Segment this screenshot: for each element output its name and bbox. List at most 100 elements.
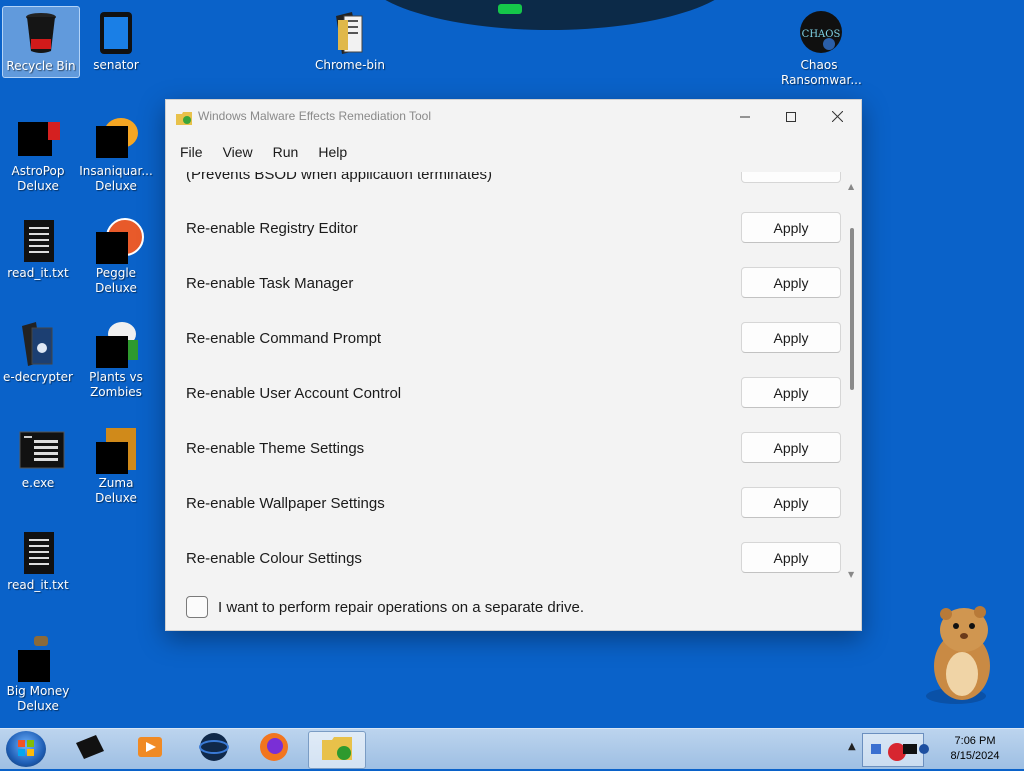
show-hidden-icons-icon[interactable]: ▲ <box>848 741 856 752</box>
taskbar-firefox[interactable] <box>246 731 302 767</box>
apply-button[interactable]: Apply <box>741 432 841 463</box>
network-icon[interactable] <box>918 741 930 760</box>
apply-button[interactable]: Apply <box>741 377 841 408</box>
taskbar-app-1[interactable] <box>62 731 118 767</box>
desktop-icon-recycle-bin[interactable]: Recycle Bin <box>2 6 80 78</box>
desktop-icon-peggle[interactable]: Peggle Deluxe <box>78 214 154 296</box>
cutoff-description: (Prevents BSOD when application terminat… <box>186 172 492 183</box>
desktop-icon-e-exe[interactable]: e.exe <box>0 424 76 491</box>
firefox-icon <box>259 732 289 766</box>
options-list[interactable]: (Prevents BSOD when application terminat… <box>166 172 861 582</box>
globe-app-icon <box>199 732 229 766</box>
start-button[interactable] <box>6 731 46 767</box>
clock-date: 8/15/2024 <box>950 750 1000 762</box>
separate-drive-label: I want to perform repair operations on a… <box>218 598 585 616</box>
desktop-icon-big-money[interactable]: Big Money Deluxe <box>0 632 76 714</box>
desktop-icon-senator[interactable]: senator <box>78 6 154 73</box>
menu-file[interactable]: File <box>174 144 217 160</box>
desktop-icon-label: Chaos Ransomwar... <box>781 58 862 87</box>
minimize-button[interactable] <box>722 100 768 132</box>
maximize-icon <box>786 107 796 126</box>
desktop-icon-label: e.exe <box>21 476 55 490</box>
taskbar-app-globe[interactable] <box>186 731 242 767</box>
indicator-lights <box>498 4 522 14</box>
desktop-icon-label: read_it.txt <box>7 578 69 592</box>
recycle-bin-icon <box>21 11 61 55</box>
option-label: Re-enable Colour Settings <box>186 550 362 567</box>
hamster-buddy-icon[interactable] <box>922 604 1008 708</box>
remediation-tool-window: Windows Malware Effects Remediation Tool… <box>165 99 862 631</box>
desktop-icon-label: Plants vs Zombies <box>89 370 143 399</box>
fish-game-icon <box>96 116 138 160</box>
chaos-logo-icon: CHAOS <box>799 10 842 54</box>
taskbar-remediation-tool[interactable] <box>308 731 366 769</box>
menu-run[interactable]: Run <box>267 144 313 160</box>
menu-bar: File View Run Help <box>166 132 861 172</box>
apply-button[interactable]: Apply <box>741 267 841 298</box>
game-icon <box>96 428 136 474</box>
tablet-icon <box>96 10 136 54</box>
desktop-icon-label: Big Money Deluxe <box>6 684 70 713</box>
svg-text:CHAOS: CHAOS <box>802 29 841 40</box>
clock-time: 7:06 PM <box>954 735 996 747</box>
close-icon <box>831 107 843 126</box>
minimize-icon <box>740 107 750 126</box>
desktop-icon-read-it-1[interactable]: read_it.txt <box>0 214 76 281</box>
option-label: Re-enable Registry Editor <box>186 220 358 237</box>
desktop-icon-plants-vs-zombies[interactable]: Plants vs Zombies <box>78 318 154 400</box>
folder-shield-icon <box>320 734 354 766</box>
maximize-button[interactable] <box>768 100 814 132</box>
game-icon <box>18 116 60 160</box>
cutoff-apply-button[interactable] <box>741 172 841 183</box>
desktop-icon-read-it-2[interactable]: read_it.txt <box>0 526 76 593</box>
tablet-app-icon <box>74 733 106 765</box>
folder-icon <box>18 322 58 366</box>
option-row-registry-editor: Re-enable Registry Editor Apply <box>186 204 841 258</box>
option-row-uac: Re-enable User Account Control Apply <box>186 369 841 423</box>
windows-logo-icon <box>6 740 46 771</box>
text-file-icon <box>18 218 58 262</box>
menu-help[interactable]: Help <box>312 144 361 160</box>
desktop-icon-astropop[interactable]: AstroPop Deluxe <box>0 112 76 194</box>
tray-icons-group[interactable] <box>862 733 924 767</box>
option-row-command-prompt: Re-enable Command Prompt Apply <box>186 314 841 368</box>
taskbar: ▲ 7:06 PM 8/15/2024 <box>0 728 1024 769</box>
vertical-scrollbar[interactable]: ▲ ▼ <box>848 180 858 580</box>
game-icon <box>18 636 58 682</box>
desktop-icon-label: Zuma Deluxe <box>95 476 137 505</box>
desktop-icon-label: Chrome-bin <box>315 58 385 72</box>
apply-button[interactable]: Apply <box>741 487 841 518</box>
option-row-wallpaper-settings: Re-enable Wallpaper Settings Apply <box>186 479 841 533</box>
menu-view[interactable]: View <box>217 144 267 160</box>
taskbar-media-player[interactable] <box>122 731 178 767</box>
separate-drive-checkbox[interactable] <box>186 596 208 618</box>
desktop-icon-label: Recycle Bin <box>6 59 76 73</box>
desktop-icon-label: Insaniquar... Deluxe <box>79 164 153 193</box>
apply-button[interactable]: Apply <box>741 322 841 353</box>
desktop-icon-insaniquarium[interactable]: Insaniquar... Deluxe <box>78 112 154 194</box>
apply-button[interactable]: Apply <box>741 212 841 243</box>
title-bar[interactable]: Windows Malware Effects Remediation Tool <box>166 100 861 132</box>
taskbar-clock[interactable]: 7:06 PM 8/15/2024 <box>930 734 1020 764</box>
desktop-icon-chrome-bin[interactable]: Chrome-bin <box>312 6 388 73</box>
separate-drive-option[interactable]: I want to perform repair operations on a… <box>186 594 584 620</box>
option-label: Re-enable Theme Settings <box>186 440 365 457</box>
close-button[interactable] <box>814 100 860 132</box>
desktop-icon-e-decrypter[interactable]: e-decrypter <box>0 318 76 385</box>
option-label: Re-enable User Account Control <box>186 385 402 402</box>
desktop-icon-label: senator <box>93 58 139 72</box>
desktop-icon-chaos-ransomware[interactable]: CHAOS Chaos Ransomwar... <box>781 6 862 88</box>
apply-button[interactable]: Apply <box>741 542 841 573</box>
option-row-colour-settings: Re-enable Colour Settings Apply <box>186 534 841 582</box>
option-row-task-manager: Re-enable Task Manager Apply <box>186 259 841 313</box>
option-label: Re-enable Wallpaper Settings <box>186 495 385 512</box>
desktop-icon-label: Peggle Deluxe <box>95 266 137 295</box>
scroll-down-arrow-icon[interactable]: ▼ <box>848 570 854 579</box>
scroll-thumb[interactable] <box>850 228 854 390</box>
option-label: Re-enable Command Prompt <box>186 330 382 347</box>
desktop-icon-zuma[interactable]: Zuma Deluxe <box>78 424 154 506</box>
game-icon <box>96 322 138 368</box>
scroll-up-arrow-icon[interactable]: ▲ <box>848 182 854 191</box>
desktop-icon-label: e-decrypter <box>3 370 73 384</box>
text-file-icon <box>18 530 58 574</box>
